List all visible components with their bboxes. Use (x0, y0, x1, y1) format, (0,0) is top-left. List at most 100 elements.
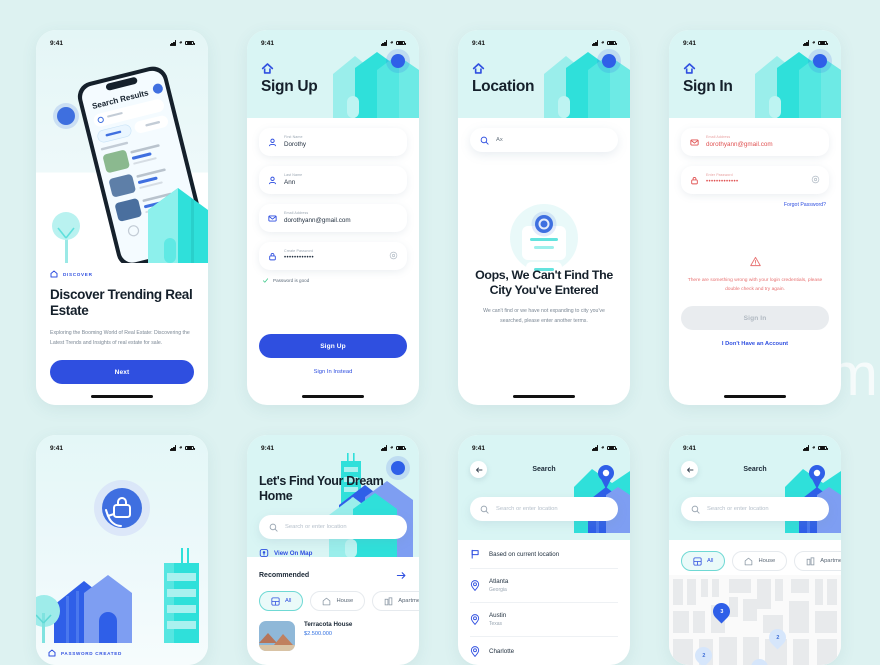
search-value: Ax (496, 137, 503, 143)
mail-icon (268, 214, 277, 223)
apartment-icon (384, 596, 393, 605)
last-name-field[interactable]: Last Name Ann (259, 166, 407, 194)
field-value: dorothyann@gmail.com (284, 216, 351, 224)
chip-label: House (336, 598, 354, 604)
signal-bars-icon (591, 40, 599, 46)
status-time: 9:41 (683, 444, 697, 452)
signup-header: 9:41 ◕ Sign Up (247, 30, 419, 118)
map-pin-cluster[interactable]: 2 (747, 655, 772, 665)
signal-bars-icon (591, 445, 599, 451)
status-time: 9:41 (472, 444, 486, 452)
search-input[interactable]: Search or enter location (681, 497, 829, 521)
screen-location: 9:41 ◕ Location Ax Oops, We Can't Find T… (458, 30, 630, 405)
map-pin-cluster[interactable]: 3 (709, 599, 734, 624)
password-created-badge: PASSWORD CREATED (36, 649, 134, 657)
list-item[interactable]: Austin Texas (470, 603, 618, 637)
current-location-label: Based on current location (489, 550, 560, 558)
battery-icon (396, 445, 406, 451)
listing-thumbnail (259, 621, 295, 651)
map-pin-cluster[interactable]: 2 (765, 625, 790, 650)
target-pin-icon (470, 614, 480, 625)
password-field[interactable]: Create Password •••••••••••• (259, 242, 407, 270)
city-name: Charlotte (489, 648, 515, 655)
chip-apartment[interactable]: Apartmen (372, 591, 419, 611)
eye-icon[interactable] (389, 247, 398, 265)
chip-house[interactable]: House (310, 591, 366, 611)
avatar-dot (602, 54, 616, 68)
error-message: There are something wrong with your logi… (687, 278, 823, 292)
city-name: Austin (489, 612, 507, 619)
nav-title: Search (743, 466, 767, 473)
chip-all[interactable]: All (681, 551, 726, 571)
field-value: dorothyann@gmail.com (706, 140, 773, 148)
location-search-input[interactable]: Ax (470, 128, 618, 152)
list-item[interactable]: Atlanta Georgia (470, 569, 618, 603)
search-input[interactable]: Search or enter location (470, 497, 618, 521)
map-pin-icon (259, 549, 269, 557)
battery-icon (607, 445, 617, 451)
listing-row[interactable]: Terracota House $2.500.000 (247, 611, 419, 651)
chip-label: House (758, 558, 776, 564)
home-indicator (724, 394, 786, 398)
wifi-icon: ◕ (178, 40, 183, 46)
header-houses-illustration (755, 52, 841, 118)
status-bar: 9:41 ◕ (669, 435, 841, 455)
status-time: 9:41 (261, 444, 275, 452)
chip-all[interactable]: All (259, 591, 304, 611)
password-field[interactable]: Enter Password ••••••••••••• (681, 166, 829, 194)
search-icon (480, 505, 489, 514)
view-on-map-link[interactable]: View On Map (274, 550, 312, 557)
map-canvas[interactable]: 3 2 2 2 (669, 575, 841, 665)
first-name-field[interactable]: First Name Dorothy (259, 128, 407, 156)
search-placeholder: Search or enter location (496, 506, 558, 512)
current-location-row[interactable]: Based on current location (470, 540, 618, 569)
find-home-header: 9:41 ◕ Let's Find Your Dream Home Search… (247, 435, 419, 557)
app-logo-icon (683, 63, 696, 74)
signin-form: Email Address dorothyann@gmail.com Enter… (669, 128, 841, 347)
wifi-icon: ◕ (389, 40, 394, 46)
password-created-illustration (36, 480, 199, 643)
eye-icon[interactable] (811, 171, 820, 189)
arrow-right-icon[interactable] (396, 570, 407, 581)
field-value: ••••••••••••• (706, 178, 739, 185)
header-title: Sign In (683, 78, 733, 95)
pin-count: 2 (702, 652, 705, 659)
search-input[interactable]: Search or enter location (259, 515, 407, 539)
search-results-list: Based on current location Atlanta Georgi… (458, 540, 630, 665)
status-bar: 9:41 ◕ (247, 30, 419, 50)
city-name: Atlanta (489, 578, 509, 585)
section-title: Recommended (259, 572, 310, 579)
signin-instead-link[interactable]: Sign In Instead (259, 369, 407, 375)
status-bar: 9:41 ◕ (669, 30, 841, 50)
signal-bars-icon (802, 40, 810, 46)
map-pin-cluster[interactable]: 2 (691, 643, 716, 665)
email-field[interactable]: Email Address dorothyann@gmail.com (681, 128, 829, 156)
signup-form: First Name Dorothy Last Name Ann Email A… (247, 128, 419, 375)
signin-button[interactable]: Sign In (681, 306, 829, 331)
page-title: Discover Trending Real Estate (50, 287, 193, 319)
signup-button[interactable]: Sign Up (259, 334, 407, 358)
eyebrow: DISCOVER (50, 270, 194, 278)
wifi-icon: ◕ (811, 40, 816, 46)
status-time: 9:41 (683, 39, 697, 47)
no-account-link[interactable]: I Don't Have an Account (681, 341, 829, 347)
city-state: Texas (489, 621, 503, 627)
email-field[interactable]: Email Address dorothyann@gmail.com (259, 204, 407, 232)
onboarding-illustration: Search Results (52, 66, 208, 263)
next-button[interactable]: Next (50, 360, 194, 385)
signal-bars-icon (380, 40, 388, 46)
status-time: 9:41 (50, 444, 64, 452)
chip-house[interactable]: House (732, 551, 788, 571)
home-logo-icon (50, 270, 58, 278)
list-item[interactable]: Charlotte (470, 637, 618, 665)
empty-title: Oops, We Can't Find The City You've Ente… (475, 268, 613, 298)
chip-apartment[interactable]: Apartmen (794, 551, 841, 571)
grid-icon (271, 596, 280, 606)
avatar-dot (813, 54, 827, 68)
signal-bars-icon (169, 40, 177, 46)
search-header: 9:41 ◕ Search Search or enter location (458, 435, 630, 540)
screen-onboarding: 9:41 ◕ Search Results DISCOVER Discover … (36, 30, 208, 405)
nav-title: Search (532, 466, 556, 473)
screen-signup: 9:41 ◕ Sign Up First Name Dorothy Last N… (247, 30, 419, 405)
screen-password-created: 9:41 ◕ PASSWORD CREATED (36, 435, 208, 665)
